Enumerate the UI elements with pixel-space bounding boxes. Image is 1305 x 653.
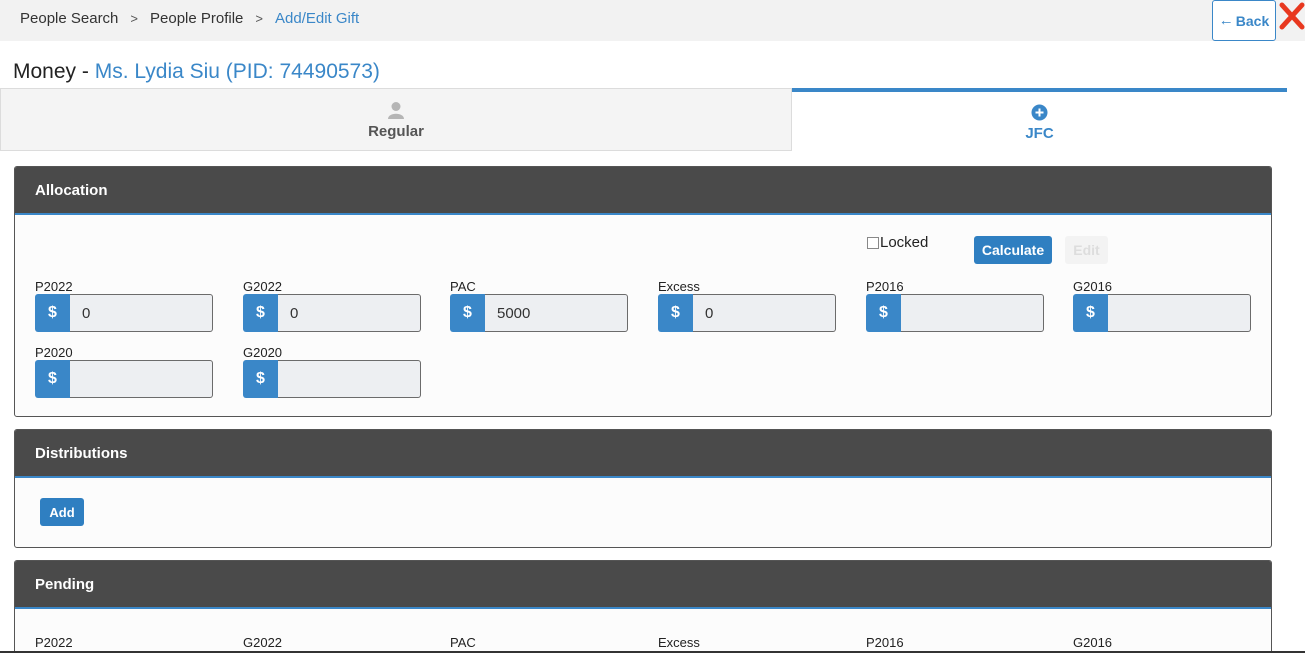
back-button[interactable]: ← Back [1212,0,1276,41]
allocation-header: Allocation [15,167,1271,215]
field-p2022: P2022 $0 [35,279,213,332]
field-label: G2020 [243,345,283,360]
pending-label-p2016: P2016 [866,635,904,650]
dollar-addon: $ [35,360,70,398]
tab-jfc[interactable]: JFC [792,88,1287,151]
pending-label-pac: PAC [450,635,476,650]
g2022-input[interactable]: 0 [278,294,421,332]
field-g2020: G2020 $ [243,345,421,398]
person-name-link[interactable]: Ms. Lydia Siu (PID: 74490573) [95,60,380,83]
field-g2022: G2022 $0 [243,279,421,332]
breadcrumb-add-edit-gift[interactable]: Add/Edit Gift [275,10,359,27]
locked-toggle[interactable]: Locked [867,234,928,251]
p2022-input[interactable]: 0 [70,294,213,332]
tab-regular-label: Regular [368,123,424,140]
top-bar: People Search > People Profile > Add/Edi… [0,0,1305,41]
pending-label-g2022: G2022 [243,635,283,650]
dollar-addon: $ [866,294,901,332]
pending-label-p2022: P2022 [35,635,73,650]
field-label: PAC [450,279,476,294]
g2020-input[interactable] [278,360,421,398]
pac-input[interactable]: 5000 [485,294,628,332]
allocation-panel: Allocation Locked Calculate Edit P2022 $… [14,166,1272,417]
locked-checkbox[interactable] [867,236,879,249]
locked-label: Locked [880,234,929,251]
breadcrumb-separator: > [255,11,263,26]
field-label: G2016 [1073,279,1113,294]
pending-header: Pending [15,561,1271,609]
pending-label-excess: Excess [658,635,700,650]
breadcrumb-people-search[interactable]: People Search [20,10,118,27]
field-label: P2022 [35,279,73,294]
dollar-addon: $ [658,294,693,332]
user-icon [387,99,405,121]
field-p2016: P2016 $ [866,279,1044,332]
field-p2020: P2020 $ [35,345,213,398]
edit-button[interactable]: Edit [1065,236,1108,264]
breadcrumb-people-profile[interactable]: People Profile [150,10,243,27]
dollar-addon: $ [243,294,278,332]
p2020-input[interactable] [70,360,213,398]
distributions-header: Distributions [15,430,1271,478]
g2016-input[interactable] [1108,294,1251,332]
excess-input[interactable]: 0 [693,294,836,332]
dollar-addon: $ [243,360,278,398]
back-button-label: Back [1235,12,1270,29]
breadcrumb-separator: > [130,11,138,26]
field-label: P2020 [35,345,73,360]
gift-type-tabs: Regular JFC [0,88,1287,151]
dollar-addon: $ [450,294,485,332]
page-title-prefix: Money - [13,60,95,83]
field-label: G2022 [243,279,283,294]
field-label: Excess [658,279,700,294]
dollar-addon: $ [1073,294,1108,332]
add-distribution-button[interactable]: Add [40,498,84,526]
dollar-addon: $ [35,294,70,332]
p2016-input[interactable] [901,294,1044,332]
field-label: P2016 [866,279,904,294]
field-pac: PAC $5000 [450,279,628,332]
pending-panel: Pending P2022 G2022 PAC Excess P2016 G20… [14,560,1272,653]
plus-circle-icon [1031,101,1048,123]
pending-label-g2016: G2016 [1073,635,1113,650]
tab-jfc-label: JFC [1025,125,1054,142]
page-title: Money - Ms. Lydia Siu (PID: 74490573) [13,60,380,84]
arrow-left-icon: ← [1218,12,1234,29]
distributions-panel: Distributions Add [14,429,1272,548]
breadcrumb: People Search > People Profile > Add/Edi… [20,10,359,27]
calculate-button[interactable]: Calculate [974,236,1052,264]
field-g2016: G2016 $ [1073,279,1251,332]
close-icon[interactable] [1279,2,1305,30]
tab-regular[interactable]: Regular [0,88,792,151]
field-excess: Excess $0 [658,279,836,332]
